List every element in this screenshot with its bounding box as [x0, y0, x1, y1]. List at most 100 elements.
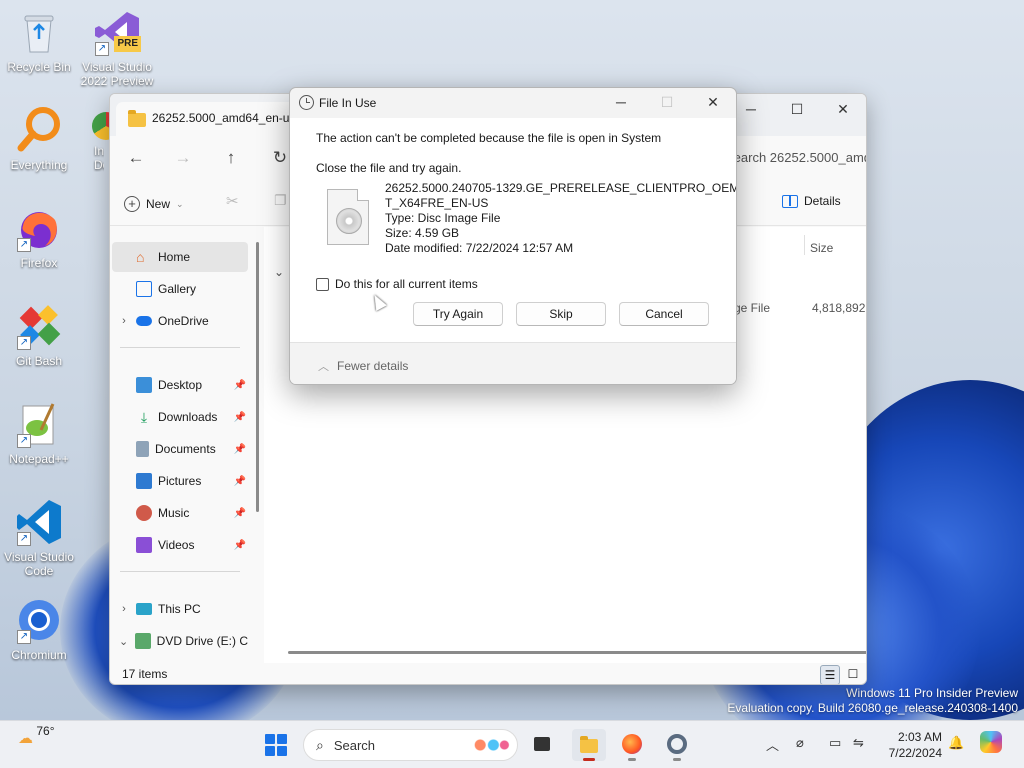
close-button[interactable]: ✕ [690, 88, 736, 118]
clock-icon [299, 95, 314, 110]
shortcut-arrow-icon: ↗ [17, 532, 31, 546]
sidebar-divider [120, 347, 240, 348]
navigation-pane: ⌂ Home Gallery › OneDrive Desktop 📌 ⤓ Do… [110, 227, 256, 663]
column-header-size[interactable]: Size [810, 241, 833, 255]
shortcut-arrow-icon: ↗ [17, 336, 31, 350]
sidebar-item-label: This PC [158, 602, 201, 616]
details-view-button[interactable]: ☰ [820, 665, 840, 684]
desktop-icon-firefox[interactable]: ↗ Firefox [0, 204, 78, 270]
desktop-icon-notepadpp[interactable]: ↗ Notepad++ [0, 400, 78, 466]
computer-icon [136, 603, 152, 615]
watermark-line-2: Evaluation copy. Build 26080.ge_release.… [727, 701, 1018, 715]
file-type: Type: Disc Image File [385, 211, 501, 225]
weather-widget[interactable]: ☁ 76° [18, 724, 55, 747]
sidebar-item-videos[interactable]: Videos 📌 [112, 530, 248, 560]
chevron-down-icon[interactable]: ⌄ [274, 265, 284, 279]
desktop-icon-everything[interactable]: Everything [0, 106, 78, 172]
sidebar-scrollbar[interactable] [256, 242, 259, 512]
details-pane-icon [782, 194, 798, 208]
desktop-icon-visual-studio[interactable]: ↗ PRE Visual Studio 2022 Preview [78, 8, 156, 88]
home-icon: ⌂ [136, 249, 145, 265]
sidebar-item-thispc[interactable]: › This PC [112, 594, 248, 624]
maximize-button[interactable]: ☐ [774, 94, 820, 124]
desktop-icon-git-bash[interactable]: ↗ Git Bash [0, 302, 78, 368]
new-button[interactable]: + New ⌄ [124, 192, 184, 216]
sidebar-item-gallery[interactable]: Gallery [112, 274, 248, 304]
apply-all-checkbox[interactable] [316, 277, 329, 291]
search-highlight-icon [467, 735, 511, 755]
shortcut-arrow-icon: ↗ [17, 630, 31, 644]
chevron-right-icon[interactable]: › [112, 603, 136, 615]
wifi-settings-icon[interactable]: ⇋ [853, 735, 864, 751]
taskbar-firefox-icon[interactable] [615, 729, 649, 761]
up-button[interactable]: ↑ [217, 146, 245, 170]
sidebar-item-downloads[interactable]: ⤓ Downloads 📌 [112, 402, 248, 432]
sidebar-item-label: Videos [158, 538, 195, 552]
chevron-down-icon[interactable]: ⌄ [112, 635, 135, 648]
preview-badge: PRE [114, 36, 141, 52]
dialog-footer: ︿ Fewer details [290, 342, 736, 384]
dialog-title-bar: File In Use ─ ☐ ✕ [290, 88, 736, 118]
sidebar-divider [120, 571, 240, 572]
copy-icon[interactable]: ❐ [274, 192, 287, 209]
horizontal-scrollbar[interactable] [288, 651, 866, 654]
desktop-icon-label: Everything [10, 158, 68, 172]
sidebar-item-home[interactable]: ⌂ Home [112, 242, 248, 272]
back-button[interactable]: ← [122, 146, 150, 170]
cut-icon[interactable]: ✂ [226, 192, 239, 210]
tab-title: 26252.5000_amd64_en-us [152, 111, 296, 125]
fewer-details-toggle[interactable]: ︿ Fewer details [318, 358, 408, 374]
taskbar-search-box[interactable]: ⌕ Search [303, 729, 518, 761]
status-bar: 17 items ☰ ☐ [110, 663, 866, 684]
sidebar-item-pictures[interactable]: Pictures 📌 [112, 466, 248, 496]
search-input[interactable]: Search 26252.5000_amd [725, 144, 866, 172]
close-button[interactable]: ✕ [820, 94, 866, 124]
sidebar-item-documents[interactable]: Documents 📌 [112, 434, 248, 464]
chevron-right-icon[interactable]: › [112, 315, 136, 327]
sidebar-item-desktop[interactable]: Desktop 📌 [112, 370, 248, 400]
vscode-icon: ↗ [15, 498, 63, 546]
large-icons-view-button[interactable]: ☐ [843, 665, 863, 684]
taskbar-clock[interactable]: 2:03 AM 7/22/2024 [884, 729, 942, 761]
notification-bell-icon[interactable]: 🔔 [948, 735, 964, 751]
sidebar-item-music[interactable]: Music 📌 [112, 498, 248, 528]
try-again-button[interactable]: Try Again [413, 302, 503, 326]
disc-icon [336, 208, 362, 234]
sidebar-item-onedrive[interactable]: › OneDrive [112, 306, 248, 336]
display-icon[interactable]: ▭ [829, 735, 841, 751]
onedrive-cloud-icon [136, 316, 152, 326]
forward-button[interactable]: → [169, 146, 197, 170]
search-icon: ⌕ [316, 736, 324, 753]
desktop-icon-recycle-bin[interactable]: Recycle Bin [0, 8, 78, 74]
apply-all-checkbox-row[interactable]: Do this for all current items [316, 277, 478, 291]
pin-icon: 📌 [233, 443, 246, 455]
download-arrow-icon: ⤓ [140, 408, 148, 425]
taskbar: ☁ 76° ⌕ Search ︿ ⌀ ▭ ⇋ 2:03 AM 7/22/2024… [0, 720, 1024, 768]
start-button[interactable] [265, 734, 287, 756]
skip-button[interactable]: Skip [516, 302, 606, 326]
chromium-icon: ↗ [15, 596, 63, 644]
taskbar-task-view-icon[interactable] [525, 729, 559, 761]
recycle-bin-icon [15, 8, 63, 56]
cancel-button[interactable]: Cancel [619, 302, 709, 326]
item-count: 17 items [122, 667, 168, 681]
network-disconnected-icon[interactable]: ⌀ [796, 735, 804, 751]
notepad-plus-plus-icon: ↗ [15, 400, 63, 448]
sidebar-item-dvd[interactable]: ⌄ DVD Drive (E:) C [112, 626, 248, 656]
git-bash-icon: ↗ [15, 302, 63, 350]
desktop-folder-icon [136, 377, 152, 393]
chevron-down-icon: ⌄ [176, 198, 184, 209]
pin-icon: 📌 [233, 539, 246, 551]
explorer-tab[interactable]: 26252.5000_amd64_en-us [116, 102, 306, 136]
taskbar-settings-icon[interactable] [660, 729, 694, 761]
sidebar-item-label: Home [158, 250, 191, 264]
copilot-icon[interactable] [980, 731, 1002, 753]
desktop-icon-chromium[interactable]: ↗ Chromium [0, 596, 78, 662]
minimize-button[interactable]: ─ [598, 88, 644, 118]
details-button[interactable]: Details [782, 194, 841, 208]
desktop-icon-vscode[interactable]: ↗ Visual Studio Code [0, 498, 78, 578]
show-hidden-icons-chevron[interactable]: ︿ [766, 735, 779, 754]
pin-icon: 📌 [233, 475, 246, 487]
taskbar-file-explorer-icon[interactable] [572, 729, 606, 761]
dialog-title: File In Use [319, 96, 377, 110]
